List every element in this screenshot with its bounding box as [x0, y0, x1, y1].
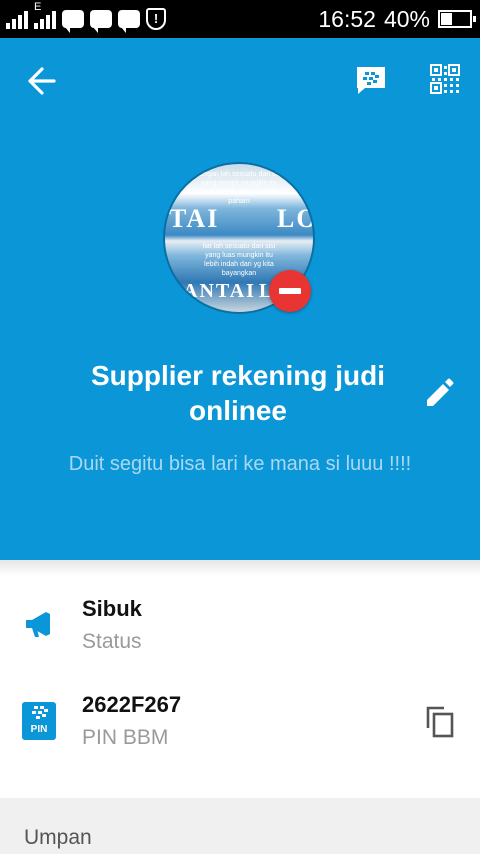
- avatar-caption-top: Jangan lah sesuatu dari sisi yang sempit…: [195, 171, 283, 205]
- avatar-word-right: LO: [277, 204, 315, 233]
- back-button[interactable]: [22, 64, 62, 98]
- megaphone-icon: [26, 612, 50, 637]
- bbm-pin-icon: PIN: [22, 702, 56, 740]
- profile-info-card: Sibuk Status PIN 2622F267 PIN BBM: [0, 560, 480, 798]
- bbm-notification-icon: [62, 10, 84, 33]
- copy-icon: [426, 706, 454, 738]
- bbm-chat-icon: [357, 67, 385, 94]
- qr-code-button[interactable]: [430, 64, 460, 94]
- signal-icon: [6, 9, 28, 29]
- status-value: Sibuk: [82, 596, 142, 621]
- pin-label: PIN BBM: [82, 726, 169, 749]
- qr-code-icon: [430, 64, 460, 94]
- bbm-notification-icon: [118, 10, 140, 33]
- profile-header: Jangan lah sesuatu dari sisi yang sempit…: [0, 38, 480, 560]
- avatar-container[interactable]: Jangan lah sesuatu dari sisi yang sempit…: [163, 162, 315, 314]
- back-arrow-icon: [28, 67, 56, 95]
- chat-button[interactable]: [354, 64, 388, 96]
- status-label: Status: [82, 630, 142, 653]
- bbm-logo-icon: [32, 706, 48, 719]
- battery-icon: [438, 10, 476, 28]
- status-row[interactable]: Sibuk Status: [0, 576, 480, 672]
- feed-label: Umpan: [24, 826, 92, 849]
- clock: 16:52: [318, 5, 376, 32]
- remove-avatar-button[interactable]: [269, 270, 311, 312]
- profile-name: Supplier rekening judi onlinee: [90, 360, 386, 426]
- profile-status-message: Duit segitu bisa lari ke mana si luuu !!…: [68, 453, 412, 475]
- pin-value: 2622F267: [82, 692, 182, 717]
- pencil-icon: [427, 378, 454, 406]
- status-bar: E ! 16:52 40%: [0, 0, 480, 38]
- battery-percent: 40%: [383, 5, 430, 32]
- signal-data-icon: E: [34, 1, 56, 29]
- copy-pin-button[interactable]: [424, 704, 456, 738]
- network-type-label: E: [34, 1, 42, 13]
- pin-row[interactable]: PIN 2622F267 PIN BBM: [0, 672, 480, 768]
- avatar-word-left: TAI: [169, 204, 220, 233]
- battery-fill: [441, 13, 452, 25]
- feed-section: Umpan: [0, 798, 480, 854]
- bbm-notification-icon: [90, 10, 112, 33]
- edit-profile-button[interactable]: [422, 376, 456, 410]
- avatar-word-bottom-left: ANTAI: [183, 280, 256, 302]
- pin-icon-label: PIN: [30, 724, 48, 735]
- shield-alert-icon: !: [146, 8, 166, 30]
